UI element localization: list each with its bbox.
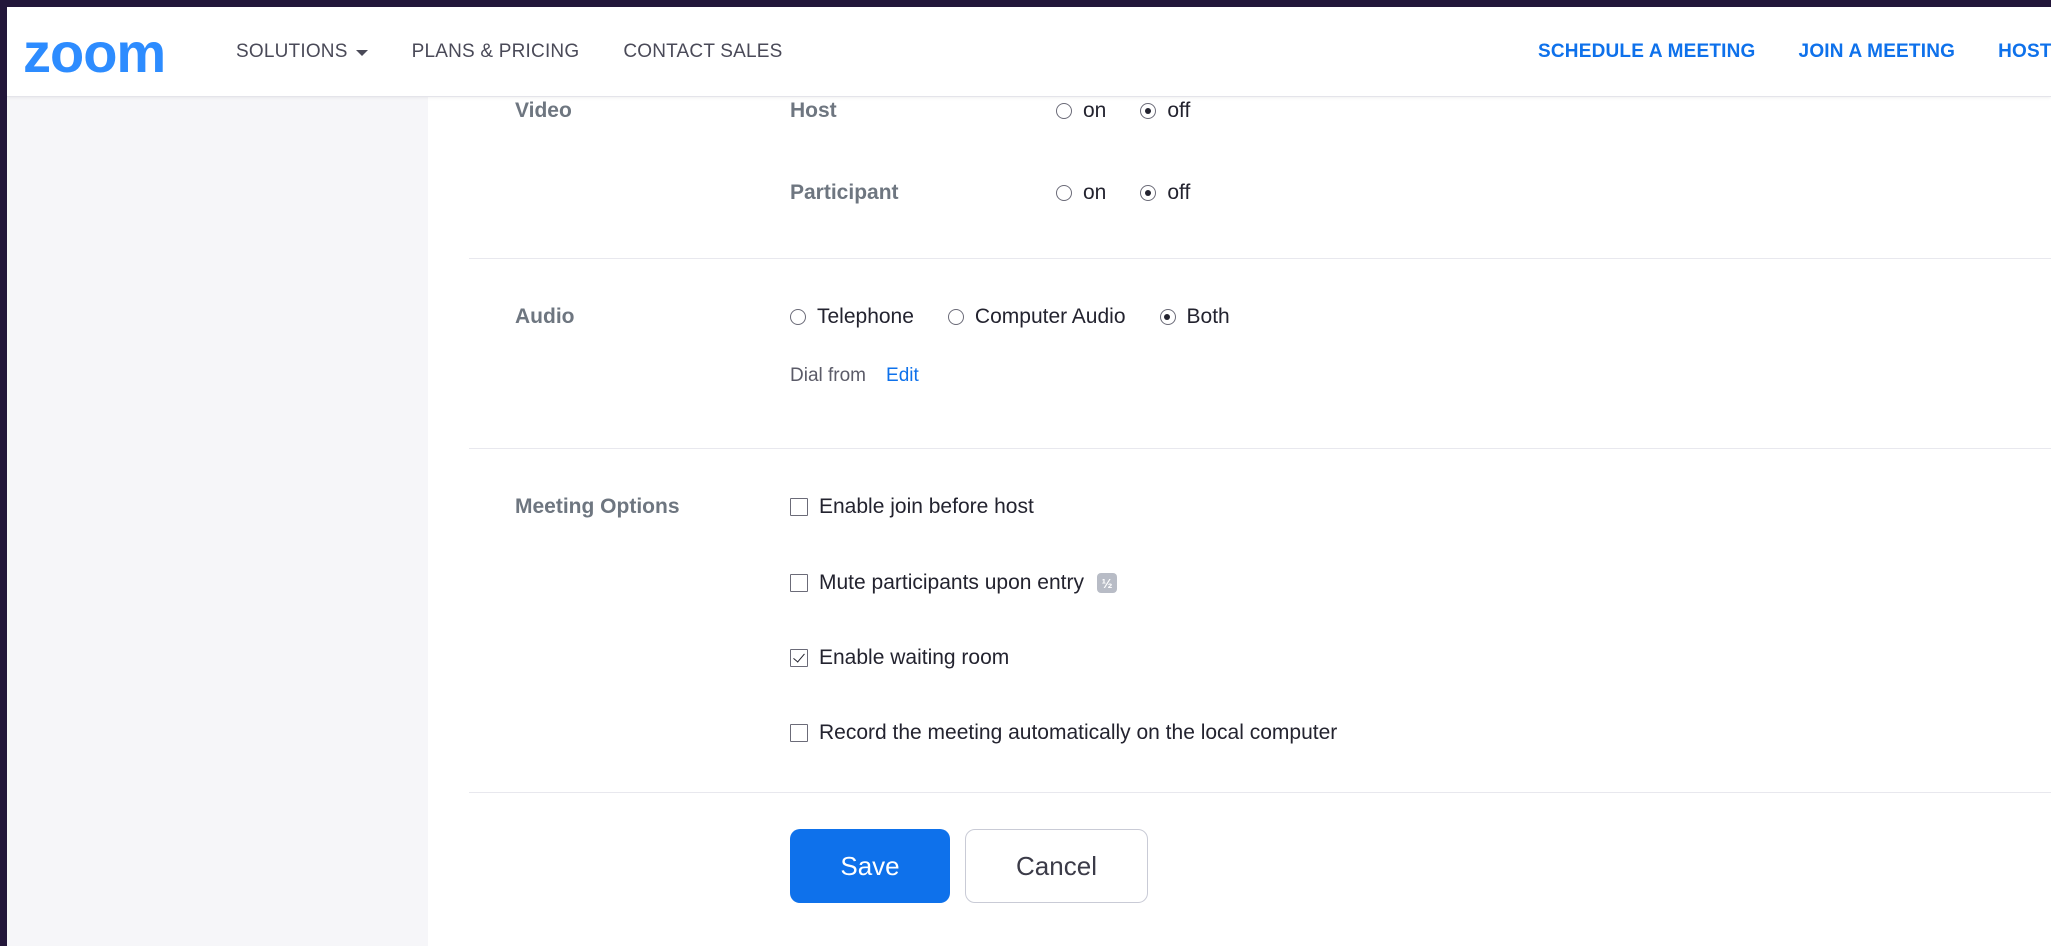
option-label: on xyxy=(1083,181,1107,204)
video-host-on-option[interactable]: on xyxy=(1056,99,1106,123)
video-participant-radio-group: on off xyxy=(1056,181,1190,205)
option-label: Both xyxy=(1186,305,1230,328)
sidebar xyxy=(7,97,428,946)
meeting-options-section-label: Meeting Options xyxy=(515,495,680,518)
section-divider xyxy=(469,792,2051,793)
audio-section-label: Audio xyxy=(515,305,575,328)
option-label: Telephone xyxy=(817,305,914,328)
option-label: Record the meeting automatically on the … xyxy=(819,721,1338,744)
option-label: Mute participants upon entry xyxy=(819,571,1084,594)
radio-button[interactable] xyxy=(1056,185,1072,201)
app-window: zoom SOLUTIONS PLANS & PRICING CONTACT S… xyxy=(7,7,2051,946)
checkbox[interactable] xyxy=(790,649,808,667)
audio-radio-group: Telephone Computer Audio Both xyxy=(790,305,1230,329)
audio-computer-option[interactable]: Computer Audio xyxy=(947,305,1126,329)
option-join-before-host[interactable]: Enable join before host xyxy=(790,495,1034,519)
video-participant-off-option[interactable]: off xyxy=(1140,181,1190,205)
radio-button[interactable] xyxy=(947,309,964,325)
save-button[interactable]: Save xyxy=(790,829,950,903)
option-label: Enable waiting room xyxy=(819,646,1010,669)
audio-telephone-option[interactable]: Telephone xyxy=(790,305,914,329)
meeting-nav: SCHEDULE A MEETING JOIN A MEETING HOST A… xyxy=(1538,7,2051,96)
radio-button[interactable] xyxy=(790,309,806,325)
meeting-settings-form: Video Host on off Participant on off Aud… xyxy=(428,97,2051,946)
nav-plans-pricing[interactable]: PLANS & PRICING xyxy=(412,41,580,63)
nav-contact-sales[interactable]: CONTACT SALES xyxy=(623,41,782,63)
radio-button[interactable] xyxy=(1140,185,1157,201)
radio-button[interactable] xyxy=(1140,103,1157,119)
nav-solutions-label: SOLUTIONS xyxy=(236,40,348,62)
zoom-logo[interactable]: zoom xyxy=(23,25,166,81)
option-label: off xyxy=(1167,99,1191,122)
video-section-label: Video xyxy=(515,99,572,122)
radio-button[interactable] xyxy=(1159,309,1176,325)
nav-host-meeting[interactable]: HOST A MEETING xyxy=(1998,41,2051,63)
video-host-label: Host xyxy=(790,99,837,122)
info-icon[interactable]: ½ xyxy=(1096,573,1117,593)
top-navigation-bar: zoom SOLUTIONS PLANS & PRICING CONTACT S… xyxy=(7,7,2051,97)
nav-solutions[interactable]: SOLUTIONS xyxy=(236,41,368,63)
option-label: off xyxy=(1167,181,1191,204)
video-participant-on-option[interactable]: on xyxy=(1056,181,1106,205)
checkbox[interactable] xyxy=(790,498,808,516)
radio-button[interactable] xyxy=(1056,103,1072,119)
cancel-button[interactable]: Cancel xyxy=(965,829,1148,903)
video-participant-label: Participant xyxy=(790,181,899,204)
dial-from-row: Dial from Edit xyxy=(790,365,919,387)
checkbox[interactable] xyxy=(790,574,808,592)
option-waiting-room[interactable]: Enable waiting room xyxy=(790,646,1009,670)
checkbox[interactable] xyxy=(790,724,808,742)
edit-dial-link[interactable]: Edit xyxy=(886,365,919,387)
option-mute-on-entry[interactable]: Mute participants upon entry ½ xyxy=(790,571,1117,595)
section-divider xyxy=(469,448,2051,449)
nav-join-meeting[interactable]: JOIN A MEETING xyxy=(1799,41,1956,63)
primary-nav: SOLUTIONS PLANS & PRICING CONTACT SALES xyxy=(236,7,783,96)
option-label: on xyxy=(1083,99,1107,122)
dial-from-label: Dial from xyxy=(790,365,867,386)
chevron-down-icon xyxy=(355,49,368,56)
video-host-radio-group: on off xyxy=(1056,99,1190,123)
option-label: Enable join before host xyxy=(819,495,1034,518)
option-label: Computer Audio xyxy=(974,305,1126,328)
audio-both-option[interactable]: Both xyxy=(1159,305,1230,329)
option-auto-record-local[interactable]: Record the meeting automatically on the … xyxy=(790,721,1337,745)
nav-schedule-meeting[interactable]: SCHEDULE A MEETING xyxy=(1538,41,1756,63)
section-divider xyxy=(469,258,2051,259)
video-host-off-option[interactable]: off xyxy=(1140,99,1190,123)
